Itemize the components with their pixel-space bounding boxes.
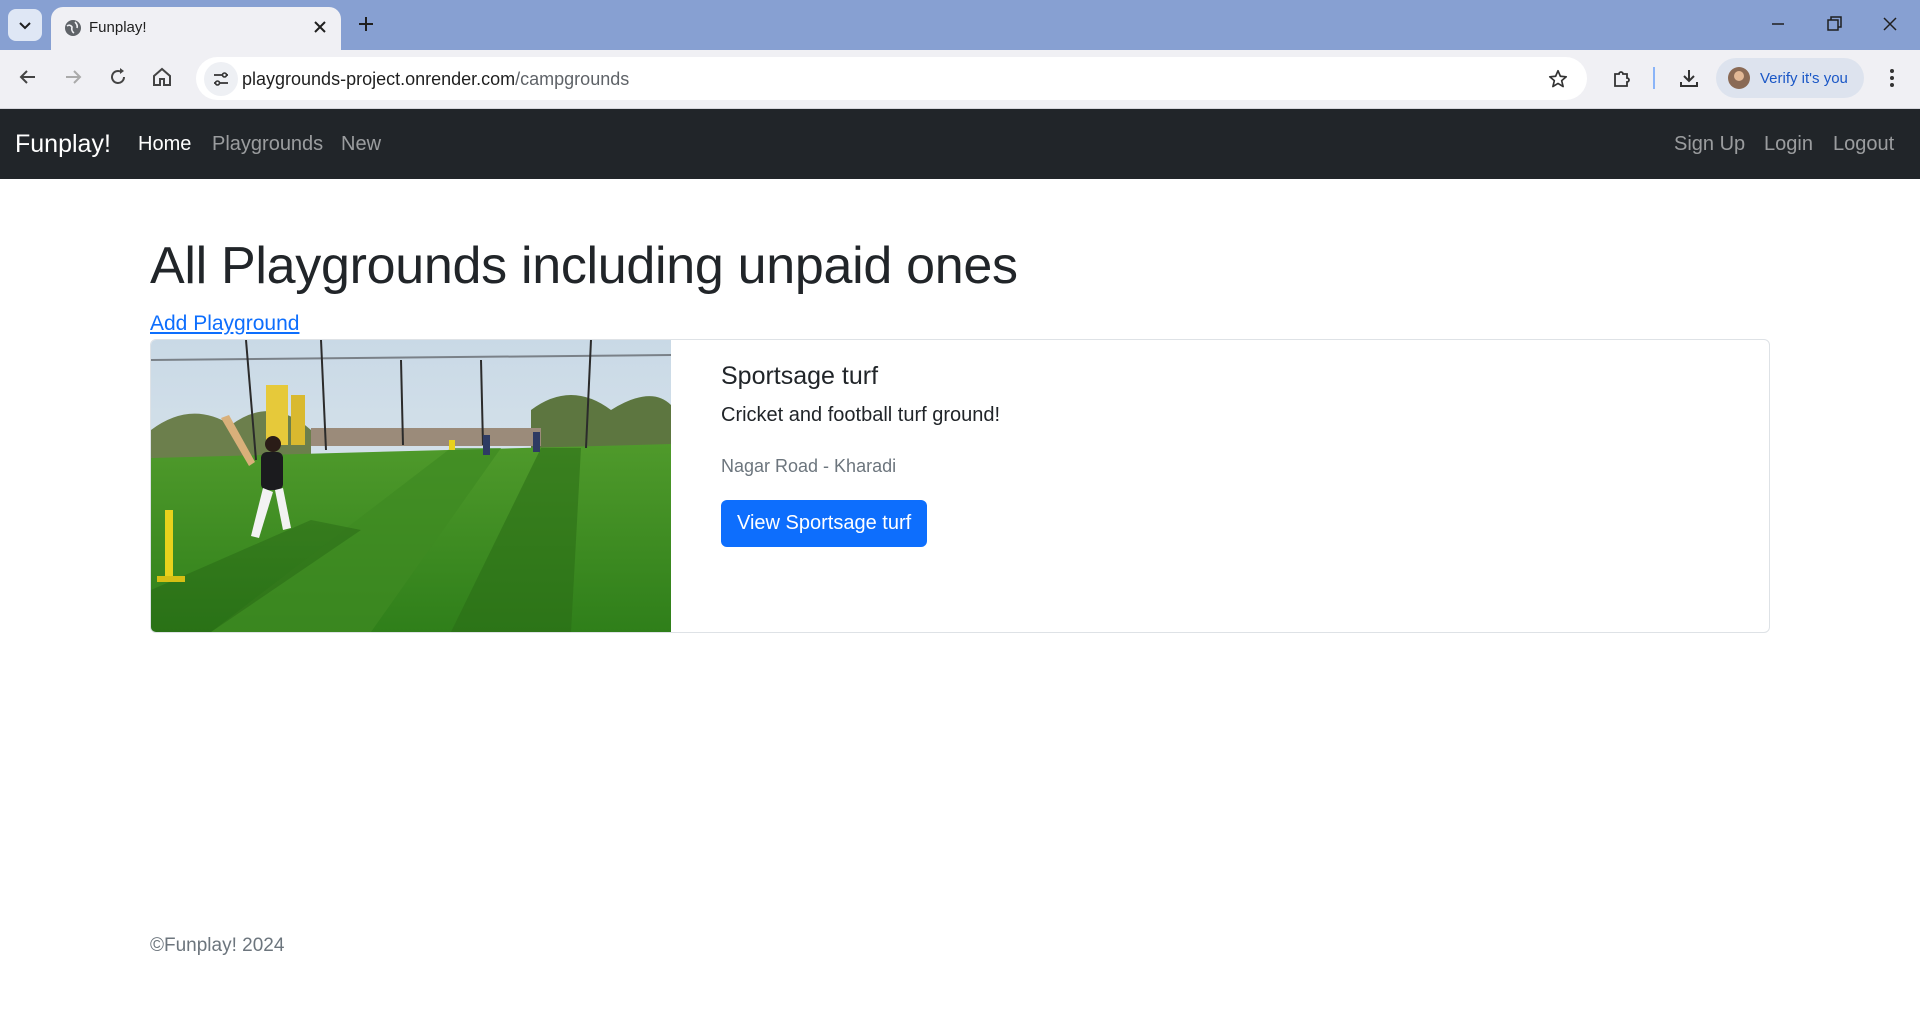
playground-name: Sportsage turf xyxy=(721,362,879,390)
profile-label: Verify it's you xyxy=(1760,70,1848,87)
minimize-icon[interactable] xyxy=(1768,14,1788,34)
add-playground-link[interactable]: Add Playground xyxy=(150,312,299,336)
forward-icon[interactable] xyxy=(61,65,85,89)
browser-toolbar: playgrounds-project.onrender.com/campgro… xyxy=(0,50,1920,109)
site-info-button[interactable] xyxy=(204,62,238,96)
avatar xyxy=(1728,67,1750,89)
back-icon[interactable] xyxy=(16,65,40,89)
footer-copyright: ©Funplay! 2024 xyxy=(150,935,285,956)
playground-card: Sportsage turf Cricket and football turf… xyxy=(150,339,1770,633)
brand-logo[interactable]: Funplay! xyxy=(15,130,111,159)
playground-location: Nagar Road - Kharadi xyxy=(721,456,897,476)
nav-playgrounds-link[interactable]: Playgrounds xyxy=(212,133,323,156)
toolbar-divider xyxy=(1653,67,1655,89)
site-navbar: Funplay! Home Playgrounds New Sign Up Lo… xyxy=(0,109,1920,179)
nav-signup-link[interactable]: Sign Up xyxy=(1674,133,1745,156)
browser-tab[interactable]: Funplay! xyxy=(51,7,341,50)
nav-new-link[interactable]: New xyxy=(341,133,381,156)
profile-button[interactable]: Verify it's you xyxy=(1716,58,1864,98)
reload-icon[interactable] xyxy=(106,65,130,89)
tab-title: Funplay! xyxy=(89,19,147,36)
url-text: playgrounds-project.onrender.com/campgro… xyxy=(242,69,629,90)
nav-login-link[interactable]: Login xyxy=(1764,133,1813,156)
restore-icon[interactable] xyxy=(1824,14,1844,34)
site-info-icon xyxy=(214,72,228,86)
extensions-icon[interactable] xyxy=(1610,66,1634,90)
star-icon[interactable] xyxy=(1547,68,1569,90)
browser-tabstrip: Funplay! xyxy=(0,0,1920,50)
nav-home-link[interactable]: Home xyxy=(138,133,191,156)
download-icon[interactable] xyxy=(1677,66,1701,90)
tab-search-button[interactable] xyxy=(8,9,42,41)
nav-logout-link[interactable]: Logout xyxy=(1833,133,1894,156)
close-icon[interactable] xyxy=(311,18,329,36)
playground-image xyxy=(151,340,671,632)
view-playground-button[interactable]: View Sportsage turf xyxy=(721,500,928,547)
more-icon[interactable] xyxy=(1884,66,1900,90)
url-path: /campgrounds xyxy=(515,69,630,89)
plus-icon[interactable] xyxy=(356,14,376,34)
globe-icon xyxy=(65,20,81,36)
address-bar[interactable]: playgrounds-project.onrender.com/campgro… xyxy=(196,57,1587,100)
window-close-icon[interactable] xyxy=(1880,14,1900,34)
home-icon[interactable] xyxy=(150,65,174,89)
playground-description: Cricket and football turf ground! xyxy=(721,404,1001,426)
page-title: All Playgrounds including unpaid ones xyxy=(150,237,1018,295)
tab-search-icon xyxy=(19,22,31,30)
url-host: playgrounds-project.onrender.com xyxy=(242,69,516,89)
